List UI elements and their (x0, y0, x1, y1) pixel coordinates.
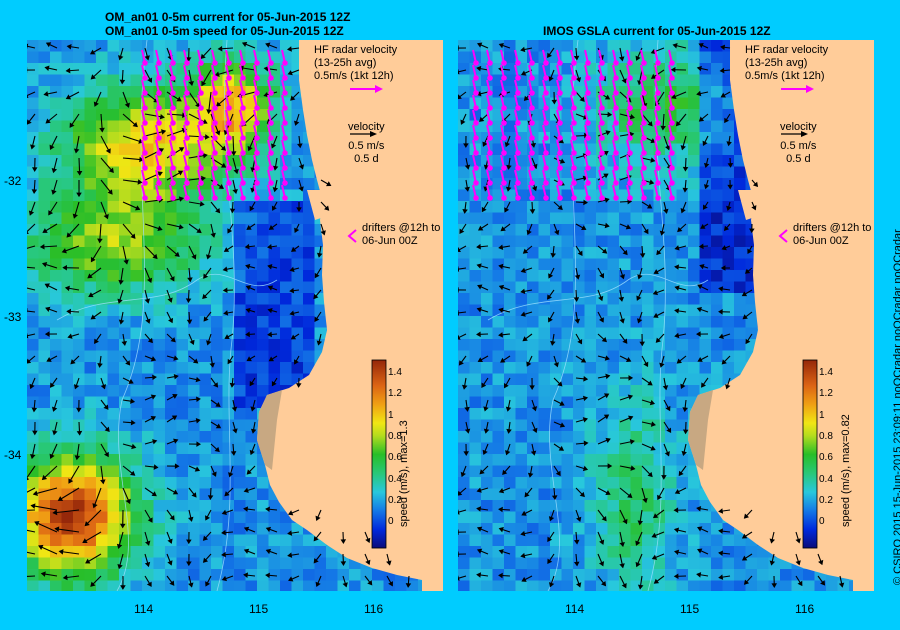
colorbar-tick-label: 0 (819, 516, 825, 528)
left-title-line2: OM_an01 0-5m speed for 05-Jun-2015 12Z (105, 24, 344, 38)
velocity-legend-speed: 0.5 m/s (780, 140, 817, 152)
velocity-legend-speed: 0.5 m/s (348, 140, 385, 152)
colorbar-tick-label: 1.4 (388, 367, 402, 378)
colorbar-tick-label: 0.2 (819, 494, 833, 506)
left-colorbar-label: speed (m/s), max=1.3 (398, 420, 410, 527)
velocity-legend-days: 0.5 d (786, 153, 811, 165)
left-title-line1: OM_an01 0-5m current for 05-Jun-2015 12Z (105, 10, 351, 24)
drifters-legend-line1: drifters @12h to (793, 222, 872, 234)
x-tick-label: 116 (364, 602, 384, 616)
hf-radar-legend: HF radar velocity (13-25h avg) 0.5m/s (1… (314, 44, 397, 83)
colorbar-tick-label: 1.2 (388, 388, 402, 400)
x-tick-label: 116 (795, 602, 815, 616)
colorbar-tick-label: 0 (388, 516, 394, 528)
hf-legend-line1: HF radar velocity (314, 44, 398, 56)
colorbar-tick-label: 0.6 (819, 452, 833, 464)
colorbar-tick-label: 1 (388, 409, 394, 421)
velocity-legend: velocity 0.5 m/s 0.5 d (780, 121, 817, 166)
x-tick-label: 114 (565, 602, 585, 616)
x-tick-label: 115 (249, 602, 269, 616)
x-tick-label: 114 (134, 602, 154, 616)
colorbar-tick-label: 0.4 (819, 473, 833, 485)
hf-legend-line3: 0.5m/s (1kt 12h) (314, 70, 394, 82)
velocity-legend-days: 0.5 d (354, 153, 379, 165)
velocity-legend-title: velocity (780, 121, 817, 133)
y-tick-label: -33 (4, 310, 22, 324)
colorbar-tick-label: 1.2 (819, 388, 833, 400)
drifters-legend-line1: drifters @12h to (362, 222, 441, 234)
hf-legend-line3: 0.5m/s (1kt 12h) (745, 70, 825, 82)
y-tick-label: -32 (4, 174, 22, 188)
drifters-legend: drifters @12h to 06-Jun 00Z (362, 222, 440, 248)
hf-legend-line2: (13-25h avg) (314, 57, 377, 69)
velocity-legend-title: velocity (348, 121, 385, 133)
y-tick-label: -34 (4, 448, 22, 462)
velocity-legend: velocity 0.5 m/s 0.5 d (348, 121, 385, 166)
drifters-legend: drifters @12h to 06-Jun 00Z (793, 222, 871, 248)
hf-legend-line1: HF radar velocity (745, 44, 829, 56)
drifters-legend-line2: 06-Jun 00Z (362, 235, 418, 247)
colorbar-tick-label: 1.4 (819, 367, 833, 378)
x-tick-label: 115 (680, 602, 700, 616)
colorbar-tick-label: 0.8 (819, 430, 833, 442)
right-colorbar-label: speed (m/s), max=0.82 (840, 414, 852, 527)
credit-text: © CSIRO 2015 15-Jun-2015 23:09:11 noQCra… (892, 229, 900, 585)
colorbar-tick-label: 1 (819, 409, 825, 421)
hf-radar-legend: HF radar velocity (13-25h avg) 0.5m/s (1… (745, 44, 828, 83)
right-title: IMOS GSLA current for 05-Jun-2015 12Z (543, 24, 771, 38)
hf-legend-line2: (13-25h avg) (745, 57, 808, 69)
drifters-legend-line2: 06-Jun 00Z (793, 235, 849, 247)
